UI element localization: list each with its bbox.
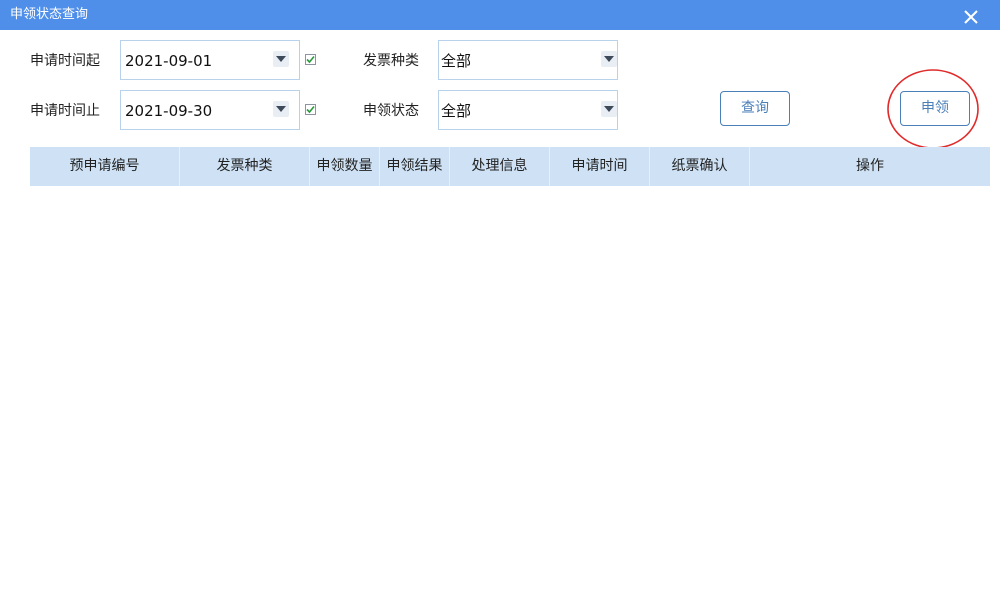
invoice-type-select[interactable]: 全部 — [438, 40, 618, 80]
close-icon[interactable] — [962, 8, 982, 28]
start-date-checkbox[interactable] — [305, 54, 316, 65]
column-header-processing-info[interactable]: 处理信息 — [450, 147, 550, 186]
status-label: 申领状态 — [363, 103, 419, 119]
query-button[interactable]: 查询 — [720, 91, 790, 126]
column-header-operation[interactable]: 操作 — [750, 147, 990, 186]
window-title: 申领状态查询 — [10, 7, 89, 22]
start-date-value: 2021-09-01 — [125, 52, 213, 70]
end-date-picker[interactable]: 2021-09-30 — [120, 90, 300, 130]
table-header: 预申请编号 发票种类 申领数量 申领结果 处理信息 申请时间 纸票确认 操作 — [30, 147, 990, 186]
end-date-checkbox[interactable] — [305, 104, 316, 115]
column-header-prerequest-no[interactable]: 预申请编号 — [30, 147, 180, 186]
start-date-label: 申请时间起 — [30, 53, 100, 69]
chevron-down-icon[interactable] — [273, 51, 289, 67]
status-value: 全部 — [441, 102, 472, 120]
highlight-circle — [887, 69, 979, 149]
status-select[interactable]: 全部 — [438, 90, 618, 130]
invoice-type-label: 发票种类 — [363, 53, 419, 69]
chevron-down-icon[interactable] — [273, 101, 289, 117]
end-date-value: 2021-09-30 — [125, 102, 213, 120]
table-body — [30, 186, 990, 586]
end-date-label: 申请时间止 — [30, 103, 100, 119]
column-header-apply-quantity[interactable]: 申领数量 — [310, 147, 380, 186]
column-header-paper-confirm[interactable]: 纸票确认 — [650, 147, 750, 186]
column-header-apply-time[interactable]: 申请时间 — [550, 147, 650, 186]
chevron-down-icon[interactable] — [601, 51, 617, 67]
column-header-invoice-type[interactable]: 发票种类 — [180, 147, 310, 186]
start-date-picker[interactable]: 2021-09-01 — [120, 40, 300, 80]
column-header-apply-result[interactable]: 申领结果 — [380, 147, 450, 186]
invoice-type-value: 全部 — [441, 52, 472, 70]
window-titlebar: 申领状态查询 — [0, 0, 1000, 30]
chevron-down-icon[interactable] — [601, 101, 617, 117]
